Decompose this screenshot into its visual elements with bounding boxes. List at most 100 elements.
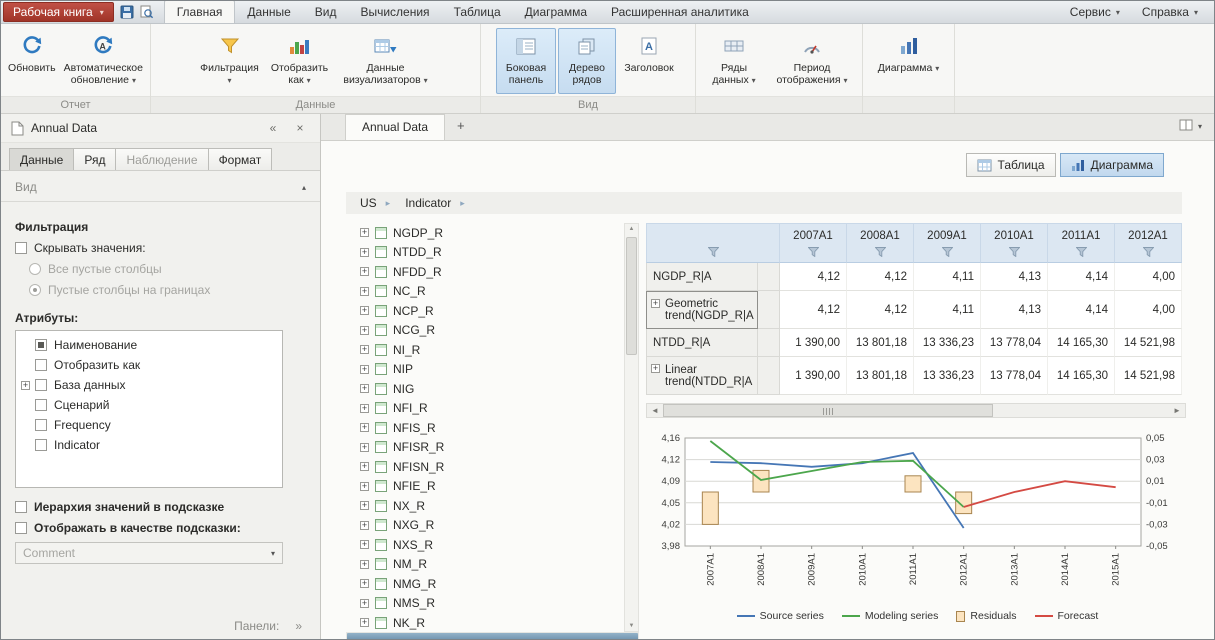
expand-icon[interactable]: +	[360, 501, 369, 510]
expand-icon[interactable]: +	[360, 540, 369, 549]
tree-item[interactable]: +NGDP_R	[346, 223, 624, 243]
expand-icon[interactable]: +	[360, 287, 369, 296]
tree-item[interactable]: +NCP_R	[346, 301, 624, 321]
table-cell[interactable]: 4,11	[914, 263, 981, 291]
attribute-checkbox[interactable]	[35, 339, 47, 351]
expand-icon[interactable]: +	[360, 267, 369, 276]
panel-tab-series[interactable]: Ряд	[73, 148, 116, 170]
tree-item[interactable]: +NFIE_R	[346, 477, 624, 497]
column-header[interactable]: 2011A1	[1048, 223, 1115, 263]
show-as-tooltip-checkbox[interactable]	[15, 522, 27, 534]
table-cell[interactable]: 1 390,00	[780, 357, 847, 395]
filter-icon[interactable]	[981, 246, 1047, 260]
tree-item[interactable]: +NXG_R	[346, 516, 624, 536]
expand-icon[interactable]: +	[360, 365, 369, 374]
column-header[interactable]: 2008A1	[847, 223, 914, 263]
column-header[interactable]: 2009A1	[914, 223, 981, 263]
display-as-button[interactable]: Отобразить как ▾	[264, 28, 336, 94]
scroll-down-icon[interactable]: ▼	[625, 621, 638, 631]
table-cell[interactable]: 13 801,18	[847, 357, 914, 395]
table-cell[interactable]: 14 521,98	[1115, 329, 1182, 357]
attribute-checkbox[interactable]	[35, 399, 47, 411]
table-corner-cell[interactable]	[646, 223, 780, 263]
table-cell[interactable]: 4,00	[1115, 263, 1182, 291]
row-header[interactable]: +Geometric trend(NGDP_R|A	[646, 291, 758, 329]
table-horizontal-scrollbar[interactable]: ◄ ►	[646, 403, 1186, 418]
panel-tab-observation[interactable]: Наблюдение	[115, 148, 208, 170]
menu-tab-5[interactable]: Диаграмма	[513, 1, 599, 23]
row-header[interactable]: +Linear trend(NTDD_R|A	[646, 357, 758, 395]
tree-horizontal-scrollbar[interactable]	[346, 632, 639, 640]
layout-switcher-icon[interactable]	[1179, 119, 1193, 134]
attribute-checkbox[interactable]	[35, 379, 47, 391]
table-cell[interactable]: 14 521,98	[1115, 357, 1182, 395]
filter-icon[interactable]	[847, 246, 913, 260]
scroll-right-icon[interactable]: ►	[1169, 404, 1185, 417]
attribute-item[interactable]: Отобразить как	[16, 355, 282, 375]
service-menu[interactable]: Сервис ▾	[1070, 5, 1120, 19]
document-tab[interactable]: Annual Data	[345, 114, 445, 140]
table-cell[interactable]: 4,14	[1048, 291, 1115, 329]
display-period-button[interactable]: Период отображения ▾	[768, 28, 856, 94]
workbook-menu-button[interactable]: Рабочая книга ▾	[3, 2, 114, 22]
attribute-checkbox[interactable]	[35, 419, 47, 431]
breadcrumb-item-indicator[interactable]: Indicator	[405, 196, 451, 210]
expand-icon[interactable]: +	[360, 345, 369, 354]
table-cell[interactable]: 13 778,04	[981, 357, 1048, 395]
row-header[interactable]: NTDD_R|A	[646, 329, 758, 357]
table-cell[interactable]: 4,13	[981, 291, 1048, 329]
table-cell[interactable]: 4,11	[914, 291, 981, 329]
expand-icon[interactable]: +	[360, 423, 369, 432]
tree-item[interactable]: +NFISR_R	[346, 438, 624, 458]
menu-tab-4[interactable]: Таблица	[442, 1, 513, 23]
table-cell[interactable]: 4,12	[780, 291, 847, 329]
hide-values-row[interactable]: Скрывать значения:	[15, 241, 306, 255]
collapse-panel-button[interactable]: «	[263, 121, 283, 135]
menu-tab-0[interactable]: Главная	[164, 0, 236, 23]
panels-more-button[interactable]: »	[295, 619, 302, 633]
menu-tab-2[interactable]: Вид	[303, 1, 349, 23]
column-header[interactable]: 2010A1	[981, 223, 1048, 263]
expand-icon[interactable]: +	[360, 228, 369, 237]
tree-scrollbar-thumb[interactable]	[626, 237, 637, 355]
tooltip-attribute-select[interactable]: Comment ▾	[15, 542, 283, 564]
tree-item[interactable]: +NXS_R	[346, 535, 624, 555]
tree-item[interactable]: +NFI_R	[346, 399, 624, 419]
add-tab-button[interactable]: +	[445, 114, 477, 140]
table-cell[interactable]: 4,00	[1115, 291, 1182, 329]
attribute-item[interactable]: Indicator	[16, 435, 282, 455]
series-tree-toggle[interactable]: Дерево рядов	[558, 28, 616, 94]
table-cell[interactable]: 14 165,30	[1048, 357, 1115, 395]
menu-tab-3[interactable]: Вычисления	[348, 1, 441, 23]
scrollbar-track[interactable]	[663, 404, 1169, 417]
expand-icon[interactable]: +	[651, 364, 660, 373]
chevron-down-icon[interactable]: ▾	[1198, 122, 1202, 131]
attribute-checkbox[interactable]	[35, 359, 47, 371]
chart-view-button[interactable]: Диаграмма	[1060, 153, 1164, 177]
row-header[interactable]: NGDP_R|A	[646, 263, 758, 291]
filter-icon[interactable]	[1048, 246, 1114, 260]
attribute-item[interactable]: Frequency	[16, 415, 282, 435]
table-cell[interactable]: 4,14	[1048, 263, 1115, 291]
tree-item[interactable]: +NMS_R	[346, 594, 624, 614]
tree-item[interactable]: +NIG	[346, 379, 624, 399]
help-menu[interactable]: Справка ▾	[1142, 5, 1198, 19]
chart-button[interactable]: Диаграмма ▾	[873, 28, 945, 94]
view-section-header[interactable]: Вид ▴	[1, 171, 320, 202]
expand-icon[interactable]: +	[360, 248, 369, 257]
refresh-button[interactable]: Обновить	[5, 28, 59, 94]
table-cell[interactable]: 4,12	[780, 263, 847, 291]
menu-tab-6[interactable]: Расширенная аналитика	[599, 1, 761, 23]
print-preview-button[interactable]	[139, 5, 154, 19]
edge-empty-columns-radio[interactable]	[29, 284, 41, 296]
scroll-up-icon[interactable]: ▲	[625, 224, 638, 234]
attribute-checkbox[interactable]	[35, 439, 47, 451]
expand-icon[interactable]: +	[360, 579, 369, 588]
data-series-button[interactable]: Ряды данных ▾	[702, 28, 766, 94]
expand-icon[interactable]: +	[360, 560, 369, 569]
tree-item[interactable]: +NFIS_R	[346, 418, 624, 438]
menu-tab-1[interactable]: Данные	[235, 1, 302, 23]
table-cell[interactable]: 4,12	[847, 263, 914, 291]
column-header[interactable]: 2012A1	[1115, 223, 1182, 263]
attribute-item[interactable]: +База данных	[16, 375, 282, 395]
